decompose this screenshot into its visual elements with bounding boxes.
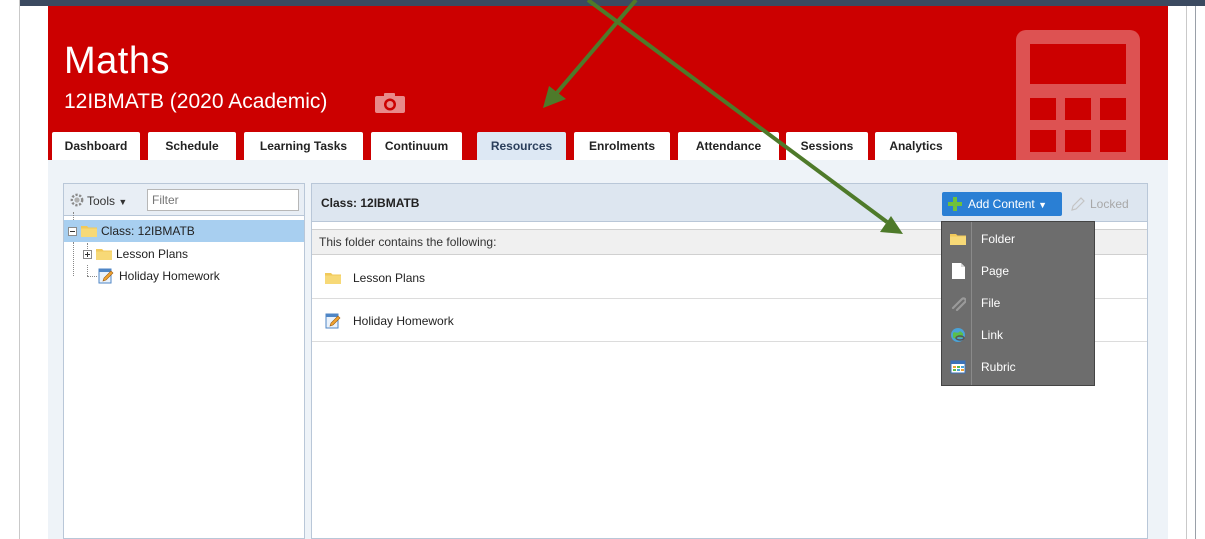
tree-connector — [73, 212, 74, 220]
tree-toolbar: Tools ▼ — [64, 184, 304, 216]
tab-attendance[interactable]: Attendance — [678, 132, 779, 160]
page-edit-icon — [98, 268, 114, 284]
menu-item-label: Folder — [981, 232, 1016, 246]
tab-resources[interactable]: Resources — [477, 132, 566, 160]
page-subtitle: 12IBMATB (2020 Academic) — [64, 90, 328, 113]
menu-item-link[interactable]: Link — [942, 319, 1094, 351]
tools-menu-button[interactable]: Tools ▼ — [70, 193, 127, 208]
add-content-button[interactable]: Add Content ▼ — [942, 192, 1062, 216]
page-icon — [952, 263, 965, 279]
menu-item-label: Page — [981, 264, 1010, 278]
calculator-icon — [1016, 30, 1140, 160]
page-header: Maths 12IBMATB (2020 Academic) Dashboard… — [48, 6, 1168, 160]
tab-dashboard[interactable]: Dashboard — [52, 132, 140, 160]
menu-item-page[interactable]: Page — [942, 255, 1094, 287]
resource-tree-panel: Tools ▼ Class: 12IBMATB Lesson Plans Hol… — [63, 183, 305, 539]
current-class-label: Class: 12IBMATB — [321, 196, 420, 210]
list-item-label: Holiday Homework — [353, 314, 454, 328]
menu-item-label: File — [981, 296, 1001, 310]
menu-item-rubric[interactable]: Rubric — [942, 351, 1094, 383]
gear-icon — [70, 193, 84, 207]
filter-input[interactable] — [147, 189, 299, 211]
tab-schedule[interactable]: Schedule — [148, 132, 236, 160]
folder-icon — [325, 273, 341, 284]
menu-item-file[interactable]: File — [942, 287, 1094, 319]
window-scrollbar[interactable] — [1186, 6, 1205, 539]
locked-label: Locked — [1090, 197, 1129, 211]
page-edit-icon — [325, 313, 341, 329]
collapse-toggle[interactable] — [68, 227, 77, 236]
tree-connector — [87, 276, 97, 277]
menu-item-label: Rubric — [981, 360, 1016, 374]
globe-link-icon — [951, 328, 965, 342]
pencil-icon — [1071, 197, 1085, 211]
folder-icon — [950, 234, 966, 245]
folder-icon — [81, 226, 97, 237]
folder-icon — [96, 249, 112, 260]
locked-button[interactable]: Locked — [1070, 197, 1129, 211]
grid-icon — [950, 360, 966, 374]
paperclip-icon — [951, 297, 966, 311]
menu-item-label: Link — [981, 328, 1004, 342]
plus-icon — [948, 197, 962, 211]
tree-item-holiday-homework[interactable]: Holiday Homework — [64, 265, 304, 287]
add-content-menu: Folder Page File Link Rubric — [941, 221, 1095, 386]
tree-connector — [87, 243, 88, 249]
tree-connector — [87, 265, 88, 276]
window-left-frame — [0, 0, 20, 539]
tab-enrolments[interactable]: Enrolments — [574, 132, 670, 160]
tools-label: Tools — [87, 194, 116, 208]
tree-item-lesson-plans[interactable]: Lesson Plans — [64, 243, 304, 265]
menu-item-folder[interactable]: Folder — [942, 223, 1094, 255]
tree-item-label: Lesson Plans — [116, 247, 189, 261]
page-title: Maths — [64, 40, 170, 82]
tab-sessions[interactable]: Sessions — [786, 132, 868, 160]
chevron-down-icon: ▼ — [118, 197, 128, 207]
tree-item-label: Holiday Homework — [119, 269, 220, 283]
tree-item-label: Class: 12IBMATB — [101, 224, 195, 238]
add-content-label: Add Content — [968, 197, 1035, 211]
chevron-down-icon: ▼ — [1038, 200, 1047, 210]
list-item-label: Lesson Plans — [353, 271, 426, 285]
tab-analytics[interactable]: Analytics — [875, 132, 957, 160]
tab-continuum[interactable]: Continuum — [371, 132, 462, 160]
tree-item-class[interactable]: Class: 12IBMATB — [64, 220, 304, 242]
tab-learning-tasks[interactable]: Learning Tasks — [244, 132, 363, 160]
expand-toggle[interactable] — [83, 250, 92, 259]
contents-toolbar: Class: 12IBMATB Add Content ▼ Locked — [312, 184, 1147, 222]
camera-icon[interactable] — [374, 92, 406, 114]
